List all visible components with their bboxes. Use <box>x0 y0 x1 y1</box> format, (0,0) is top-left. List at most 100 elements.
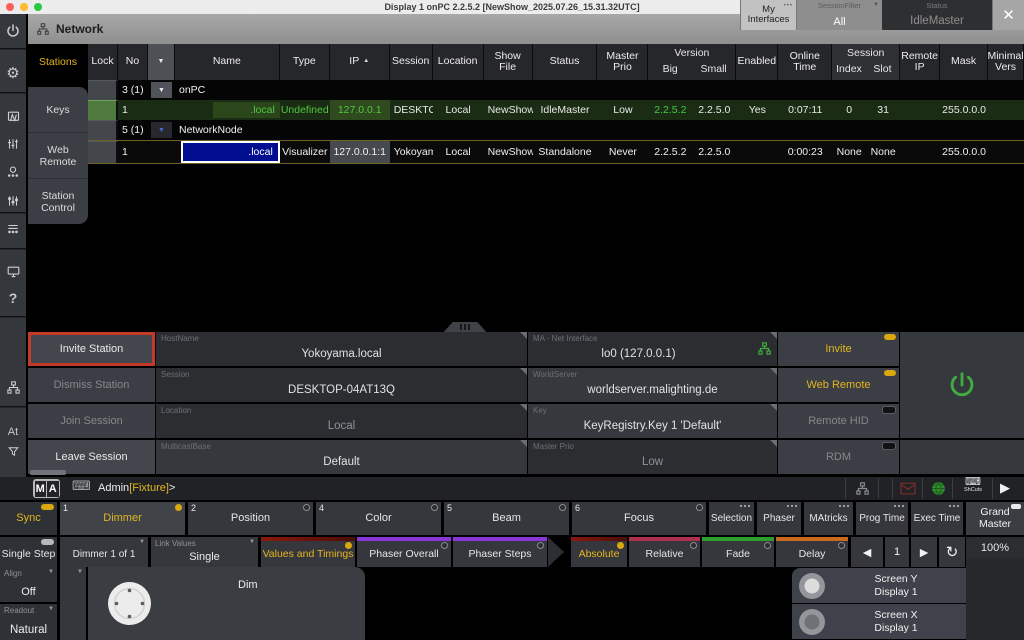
web-remote-toggle-button[interactable]: Web Remote <box>778 368 899 402</box>
shortcuts-button[interactable]: ⌨ ShCuts <box>958 477 988 493</box>
network-tree-icon[interactable] <box>0 376 26 398</box>
align-dropdown[interactable]: Align ▼ Off <box>0 567 57 602</box>
worldserver-field[interactable]: WorldServerworldserver.malighting.de <box>528 368 777 402</box>
commandline-forward-icon[interactable]: ▶ <box>1000 480 1010 496</box>
encoder-knob-icon[interactable] <box>106 580 153 627</box>
invite-toggle-button[interactable]: Invite <box>778 332 899 366</box>
col-remote-ip[interactable]: Remote IP <box>900 44 940 80</box>
location-field[interactable]: LocationLocal <box>156 404 527 438</box>
col-mask[interactable]: Mask <box>940 44 988 80</box>
setup-window-icon[interactable] <box>0 105 26 127</box>
close-window-button[interactable]: ✕ <box>992 0 1024 30</box>
filter-funnel-icon[interactable] <box>0 442 26 460</box>
keyboard-icon[interactable]: ⌨ <box>72 478 91 494</box>
col-master-prio[interactable]: Master Prio <box>597 44 648 80</box>
selected-name-cell[interactable]: .local <box>181 141 280 163</box>
mode-delay-button[interactable]: Delay <box>776 537 848 567</box>
tab-web-remote[interactable]: Web Remote <box>28 133 88 179</box>
tab-station-control[interactable]: Station Control <box>28 179 88 224</box>
table-row-station-onpc[interactable]: 1 .local Undefined 127.0.0.1 DESKTOP- Lo… <box>88 100 1024 120</box>
group-collapse-button[interactable]: ▼ <box>151 122 172 138</box>
patch-faders-icon[interactable] <box>0 190 26 212</box>
col-ip[interactable]: IP▲ <box>330 44 390 80</box>
at-key[interactable]: At <box>0 424 26 440</box>
table-row-group-networknode[interactable]: 5 (1) ▼ NetworkNode <box>88 120 1024 140</box>
hostname-field[interactable]: HostNameYokoyama.local <box>156 332 527 366</box>
col-type[interactable]: Type <box>280 44 330 80</box>
tab-keys[interactable]: Keys <box>28 87 88 133</box>
screen-x-knob-icon[interactable] <box>798 608 826 636</box>
col-version-group[interactable]: Version BigSmall <box>648 44 736 80</box>
session-name-field[interactable]: SessionDESKTOP-04AT13Q <box>156 368 527 402</box>
dim-encoder[interactable]: Dim <box>88 567 365 640</box>
network-status-icon[interactable] <box>855 481 870 496</box>
readout-dropdown[interactable]: Readout ▼ Natural <box>0 604 57 640</box>
screen-y-encoder[interactable]: Screen YDisplay 1 <box>792 568 966 603</box>
col-location[interactable]: Location <box>433 44 484 80</box>
panel-resize-grip[interactable] <box>437 322 493 332</box>
settings-gear-icon[interactable]: ⚙ <box>0 62 26 84</box>
col-lock[interactable]: Lock <box>88 44 118 80</box>
network-power-button[interactable] <box>900 332 1024 438</box>
tab-stations[interactable]: Stations <box>28 44 88 79</box>
col-session[interactable]: Session <box>390 44 433 80</box>
col-online-time[interactable]: Online Time <box>778 44 832 80</box>
help-icon[interactable]: ? <box>0 287 26 309</box>
tab-values-and-timings[interactable]: Values and Timings <box>261 537 355 567</box>
phaser-button[interactable]: Phaser <box>757 502 801 535</box>
presettype-dimmer[interactable]: 1 Dimmer <box>60 502 185 535</box>
page-next-button[interactable]: ► <box>911 537 937 567</box>
master-prio-field[interactable]: Master PrioLow <box>528 440 777 474</box>
sync-button[interactable]: Sync <box>0 502 57 535</box>
single-step-button[interactable]: Single Step <box>0 537 57 567</box>
messages-envelope-icon[interactable] <box>900 482 916 495</box>
mode-relative-button[interactable]: Relative <box>629 537 700 567</box>
grand-master-fader[interactable]: Grand Master 100% <box>966 502 1024 640</box>
invite-station-button[interactable]: Invite Station <box>28 332 155 366</box>
exec-time-button[interactable]: Exec Time <box>911 502 963 535</box>
worldserver-globe-icon[interactable] <box>930 480 947 497</box>
power-icon[interactable] <box>0 20 26 42</box>
group-collapse-button[interactable]: ▼ <box>151 82 172 98</box>
tab-phaser-steps[interactable]: Phaser Steps <box>453 537 547 567</box>
matricks-button[interactable]: MAtricks <box>804 502 853 535</box>
multicast-base-field[interactable]: MulticastBaseDefault <box>156 440 527 474</box>
join-session-button[interactable]: Join Session <box>28 404 155 438</box>
my-interfaces-button[interactable]: ••• My Interfaces <box>740 0 796 30</box>
col-session-group[interactable]: Session IndexSlot <box>832 44 900 80</box>
mode-absolute-button[interactable]: Absolute <box>571 537 627 567</box>
col-showfile[interactable]: Show File <box>484 44 533 80</box>
col-name[interactable]: Name <box>175 44 280 80</box>
horizontal-scrollbar[interactable] <box>30 470 66 475</box>
tab-phaser-overall[interactable]: Phaser Overall <box>357 537 451 567</box>
prog-time-button[interactable]: Prog Time <box>856 502 908 535</box>
dismiss-station-button[interactable]: Dismiss Station <box>28 368 155 402</box>
wheel-select-dropdown[interactable]: ▼ Dimmer 1 of 1 <box>60 537 148 567</box>
col-status[interactable]: Status <box>533 44 598 80</box>
col-enabled[interactable]: Enabled <box>736 44 778 80</box>
remote-hid-toggle-button[interactable]: Remote HID <box>778 404 899 438</box>
col-no[interactable]: No <box>118 44 148 80</box>
column-filter-button[interactable]: ▼ <box>148 44 175 80</box>
table-row-group-onpc[interactable]: 3 (1) ▼ onPC <box>88 80 1024 100</box>
executor-bar-icon[interactable] <box>0 218 26 240</box>
station-name-cell[interactable]: .local <box>213 102 280 118</box>
encoder-side-cell[interactable]: ▼ <box>60 567 86 640</box>
screen-y-knob-icon[interactable] <box>798 572 826 600</box>
fixture-icon[interactable] <box>0 161 26 183</box>
leave-session-button[interactable]: Leave Session <box>28 440 155 474</box>
presettype-focus[interactable]: 6 Focus <box>572 502 706 535</box>
page-prev-button[interactable]: ◄ <box>851 537 883 567</box>
table-row-station-visualizer[interactable]: 1 .local Visualizer 127.0.0.1:1 Yokoyama… <box>88 140 1024 164</box>
faders-icon[interactable] <box>0 133 26 155</box>
encoder-link-loop-icon[interactable]: ↻ <box>939 537 965 567</box>
presettype-beam[interactable]: 5 Beam <box>444 502 569 535</box>
key-field[interactable]: KeyKeyRegistry.Key 1 'Default' <box>528 404 777 438</box>
col-minimal-version[interactable]: Minimal Vers <box>988 44 1024 80</box>
page-number[interactable]: 1 <box>885 537 909 567</box>
mode-fade-button[interactable]: Fade <box>702 537 774 567</box>
displays-icon[interactable] <box>0 260 26 282</box>
command-line-input[interactable]: Admin[Fixture]> <box>98 482 175 494</box>
presettype-color[interactable]: 4 Color <box>316 502 441 535</box>
ma-logo[interactable]: MA <box>33 479 60 498</box>
